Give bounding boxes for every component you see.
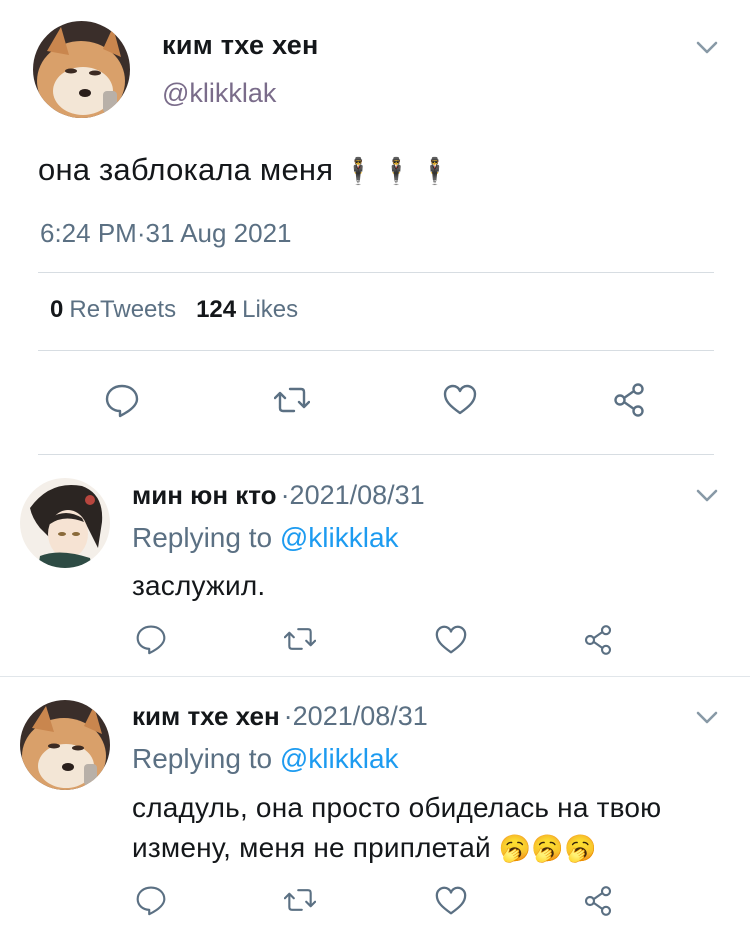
divider (0, 676, 750, 677)
reply-text-line: заслужил. (132, 570, 266, 601)
replying-to: Replying to @klikklak (132, 522, 399, 554)
reply-display-name[interactable]: мин юн кто (132, 480, 277, 510)
tweet-text-content: она заблокала меня (38, 152, 334, 187)
replying-to-handle[interactable]: @klikklak (280, 522, 399, 553)
tweet-text: она заблокала меня 🕴🕴🕴 (38, 152, 457, 188)
reply-date[interactable]: ·2021/08/31 (284, 701, 428, 731)
avatar-main[interactable] (33, 21, 130, 118)
reply-date[interactable]: ·2021/08/31 (281, 480, 425, 510)
avatar-reply-1[interactable] (20, 478, 110, 568)
reply-text-line-2: измену, меня не приплетай (132, 832, 491, 863)
share-icon[interactable] (582, 885, 614, 917)
retweet-icon[interactable] (283, 623, 317, 655)
reply-display-name[interactable]: ким тхе хен (132, 701, 280, 731)
reply-text: сладуль, она просто обиделась на твою из… (132, 788, 661, 868)
likes-count[interactable]: 124 (196, 296, 236, 323)
reply-emoji: 🥱🥱🥱 (498, 833, 597, 863)
replying-to-handle[interactable]: @klikklak (280, 743, 399, 774)
reply-2-header: ким тхе хен ·2021/08/31 (132, 701, 428, 732)
share-icon[interactable] (611, 382, 647, 418)
tweet-emoji: 🕴🕴🕴 (342, 156, 458, 186)
heart-icon[interactable] (442, 382, 478, 418)
reply-1-header: мин юн кто ·2021/08/31 (132, 480, 425, 511)
reply-text-line: измену, меня не приплетай 🥱🥱🥱 (132, 828, 661, 868)
tweet-timestamp[interactable]: 6:24 PM·31 Aug 2021 (40, 218, 292, 249)
retweet-icon[interactable] (283, 884, 317, 916)
heart-icon[interactable] (434, 884, 468, 918)
chevron-down-icon[interactable] (694, 704, 720, 730)
replying-to: Replying to @klikklak (132, 743, 399, 775)
replying-to-prefix: Replying to (132, 522, 273, 553)
display-name[interactable]: ким тхе хен (162, 30, 319, 61)
chevron-down-icon[interactable] (694, 34, 720, 60)
divider (38, 454, 714, 455)
retweet-icon[interactable] (273, 382, 311, 418)
retweets-label[interactable]: ReTweets (69, 296, 176, 323)
chevron-down-icon[interactable] (694, 482, 720, 508)
divider (38, 350, 714, 351)
reply-text: заслужил. (132, 566, 265, 606)
reply-icon[interactable] (104, 382, 140, 418)
tweet-stats: 0 ReTweets 124 Likes (50, 296, 318, 324)
avatar-reply-2[interactable] (20, 700, 110, 790)
divider (38, 272, 714, 273)
user-handle[interactable]: @klikklak (162, 78, 276, 109)
heart-icon[interactable] (434, 623, 468, 657)
likes-label[interactable]: Likes (242, 296, 298, 323)
retweets-count[interactable]: 0 (50, 296, 63, 323)
reply-icon[interactable] (135, 884, 167, 916)
reply-text-line: сладуль, она просто обиделась на твою (132, 792, 662, 823)
replying-to-prefix: Replying to (132, 743, 273, 774)
reply-icon[interactable] (135, 623, 167, 655)
share-icon[interactable] (582, 624, 614, 656)
